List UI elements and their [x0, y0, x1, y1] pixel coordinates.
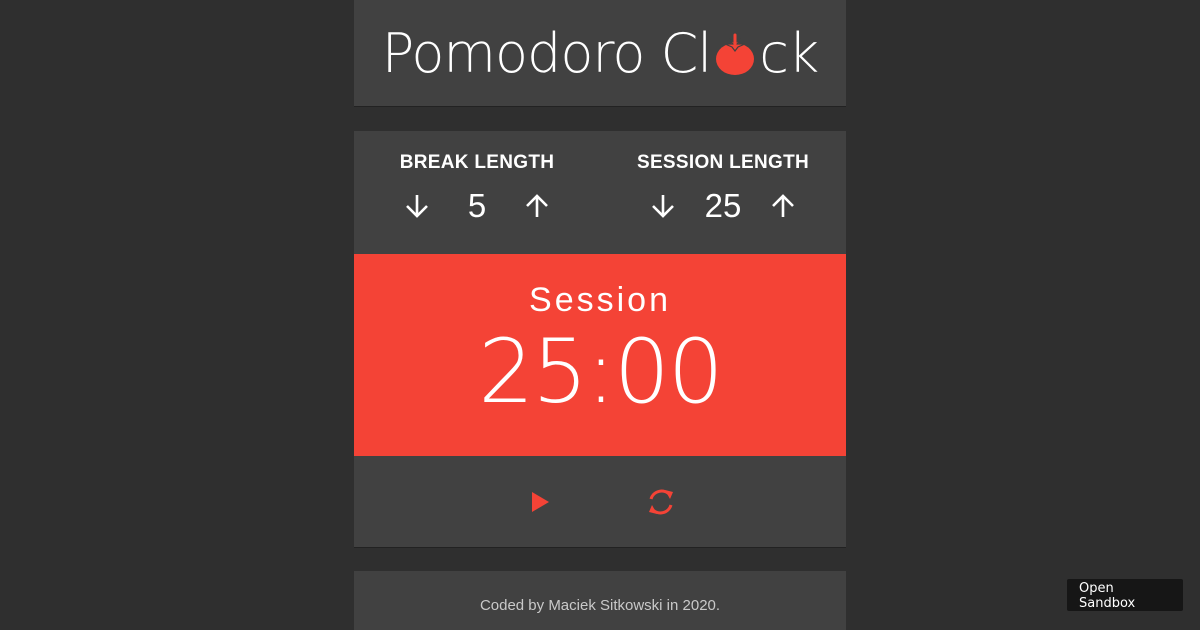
- title-text-start: Pomodoro Cl: [381, 21, 713, 85]
- play-icon: [531, 492, 549, 512]
- reset-button[interactable]: [639, 480, 683, 524]
- open-sandbox-button[interactable]: Open Sandbox: [1067, 579, 1183, 611]
- break-increment-button[interactable]: [519, 188, 555, 224]
- session-length-control: SESSION LENGTH 25: [623, 152, 823, 226]
- break-decrement-button[interactable]: [399, 188, 435, 224]
- clock-panel: BREAK LENGTH 5 SESSION LENGTH 25 Session…: [354, 131, 846, 548]
- timer-controls: [354, 456, 846, 548]
- timer-time: 25:00: [478, 320, 724, 423]
- break-length-label: BREAK LENGTH: [399, 152, 555, 173]
- refresh-icon: [648, 489, 673, 515]
- title-text-end: ck: [759, 21, 819, 85]
- break-length-control: BREAK LENGTH 5: [377, 152, 577, 226]
- session-length-value: 25: [704, 187, 742, 224]
- footer: Coded by Maciek Sitkowski in 2020.: [354, 571, 846, 630]
- length-settings: BREAK LENGTH 5 SESSION LENGTH 25: [354, 131, 846, 254]
- start-stop-button[interactable]: [518, 480, 562, 524]
- page-title: Pomodoro Cl ck: [381, 21, 820, 85]
- timer-display: Session 25:00: [354, 254, 846, 456]
- header: Pomodoro Cl ck: [354, 0, 846, 107]
- session-increment-button[interactable]: [765, 188, 801, 224]
- tomato-icon: [716, 33, 755, 75]
- timer-label: Session: [529, 281, 671, 319]
- arrow-up-icon: [772, 194, 794, 217]
- session-decrement-button[interactable]: [645, 188, 681, 224]
- footer-credit: Coded by Maciek Sitkowski in 2020.: [479, 597, 721, 614]
- break-length-value: 5: [467, 187, 487, 224]
- arrow-up-icon: [526, 194, 548, 217]
- arrow-down-icon: [652, 195, 674, 218]
- arrow-down-icon: [406, 195, 428, 218]
- session-length-label: SESSION LENGTH: [636, 152, 810, 173]
